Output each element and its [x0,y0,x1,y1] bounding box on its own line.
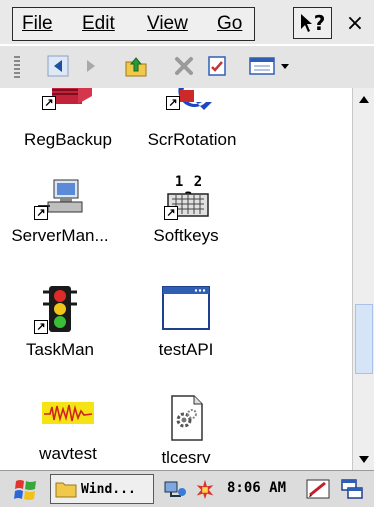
help-pointer-icon [300,14,312,32]
chevron-down-icon [359,455,369,463]
properties-button[interactable] [205,54,229,78]
clock[interactable]: 8:06 AM [227,480,286,496]
file-label: ScrRotation [147,130,237,149]
menu-edit[interactable]: Edit [82,13,115,35]
vertical-scrollbar[interactable] [352,88,374,470]
start-button[interactable] [8,476,44,504]
toolbar-grip[interactable] [14,56,20,78]
gear-document-icon [160,394,212,442]
file-item-serverman[interactable]: ↗ ServerMan... [0,176,120,246]
up-folder-icon [125,57,147,77]
file-label: wavtest [39,444,97,463]
taskbar: Wind... 8:06 AM [0,470,374,507]
close-icon: × [345,10,365,36]
delete-button[interactable] [172,54,196,78]
toolbar [0,46,374,89]
file-item-testapi[interactable]: testAPI [126,284,246,360]
menu-go[interactable]: Go [217,13,242,35]
forward-button[interactable] [79,54,103,78]
file-label: testAPI [158,340,214,359]
back-button[interactable] [46,54,70,78]
file-item-tlcesrv[interactable]: tlcesrv [126,394,246,468]
file-label: ServerMan... [11,226,109,245]
help-button[interactable]: ? [293,7,332,39]
taskbar-window-button[interactable]: Wind... [50,474,154,504]
softkeys-icon: 1 2 3 ↗ [160,174,212,220]
menu-file-label: File [22,13,53,34]
tray-alert-button[interactable] [193,477,217,501]
serverman-icon: ↗ [34,176,86,220]
cascade-windows-icon [341,479,363,499]
waveform-icon [42,394,94,438]
menu-file[interactable]: File [22,13,53,35]
taskman-icon: ↗ [34,284,86,334]
scroll-up-button[interactable] [355,90,373,108]
back-arrow-icon [47,55,69,77]
file-label: RegBackup [24,130,112,149]
file-list: ↗ RegBackup ↗ ScrRotation ↗ ServerMan... [0,88,352,470]
menu-view[interactable]: View [147,13,188,35]
file-label: Softkeys [153,226,219,245]
tray-windows-button[interactable] [340,477,364,501]
file-label: TaskMan [25,340,95,359]
tray-network-button[interactable] [163,477,187,501]
taskbar-window-label: Wind... [81,481,136,497]
pen-input-icon [306,479,330,499]
file-item-softkeys[interactable]: 1 2 3 ↗ Softkeys [126,174,246,246]
file-label: tlcesrv [161,448,211,467]
alert-star-icon [196,479,214,500]
folder-icon [55,482,77,498]
menu-go-label: Go [217,13,243,34]
regbackup-icon: ↗ [42,88,94,124]
file-item-taskman[interactable]: ↗ TaskMan [0,284,120,360]
menu-edit-label: Edit [82,13,115,34]
scrollbar-thumb[interactable] [355,303,373,374]
network-icon [164,481,186,497]
forward-arrow-icon [87,60,95,72]
file-item-scrrotation[interactable]: ↗ ScrRotation [132,88,252,150]
chevron-up-icon [359,95,369,103]
file-item-regbackup[interactable]: ↗ RegBackup [8,88,128,150]
scrrotation-icon: ↗ [166,88,218,124]
delete-icon [175,57,193,75]
tray-input-button[interactable] [306,477,330,501]
properties-icon [208,56,226,76]
up-folder-button[interactable] [124,54,148,78]
scroll-down-button[interactable] [355,450,373,468]
windows-logo-icon [14,480,36,500]
views-icon [249,57,289,75]
menu-bar: File Edit View Go ? × [0,0,374,44]
menu-view-label: View [147,13,188,34]
file-item-wavtest[interactable]: wavtest [8,394,128,464]
window-app-icon [160,284,212,334]
views-button[interactable] [247,54,295,78]
help-label: ? [313,11,326,35]
close-button[interactable]: × [341,10,369,36]
